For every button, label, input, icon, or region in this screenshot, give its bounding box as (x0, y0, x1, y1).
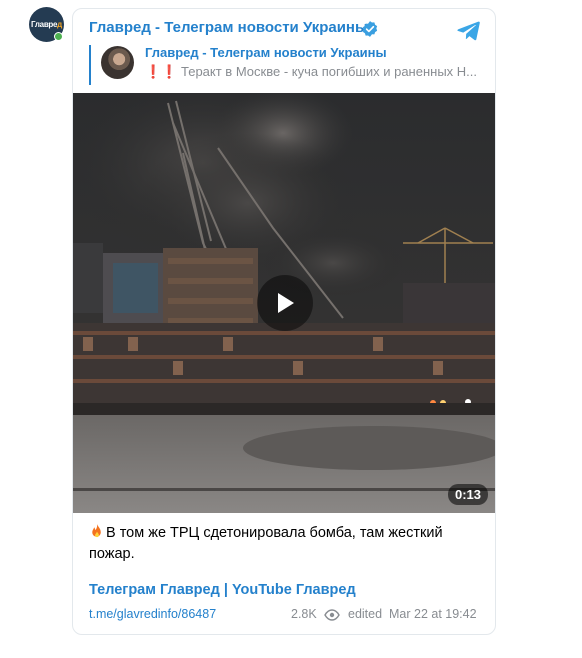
video-player[interactable]: 0:13 (73, 93, 495, 513)
reply-author: Главред - Телеграм новости Украины (145, 45, 387, 60)
telegram-icon[interactable] (456, 17, 482, 43)
play-button[interactable] (257, 275, 313, 331)
online-indicator (54, 32, 63, 41)
fire-icon (92, 523, 101, 538)
post-date[interactable]: Mar 22 at 19:42 (389, 607, 477, 621)
telegram-link[interactable]: Телеграм Главред (89, 582, 220, 598)
video-duration: 0:13 (447, 484, 488, 505)
play-icon (278, 293, 294, 313)
reply-preview[interactable]: Главред - Телеграм новости Украины ❗❗ Те… (89, 45, 481, 85)
eye-icon (324, 609, 340, 621)
channel-links: Телеграм Главред | YouTube Главред (89, 582, 356, 598)
reply-text: ❗❗ Теракт в Москве - куча погибших и ран… (145, 64, 478, 79)
edited-label: edited (348, 607, 383, 621)
youtube-link[interactable]: YouTube Главред (232, 582, 356, 598)
post-footer: t.me/glavredinfo/86487 2.8K edited Mar 2… (89, 607, 481, 625)
post-card: Главред - Телеграм новости Украины Главр… (72, 8, 496, 635)
avatar-logo: Главред (31, 20, 62, 29)
exclamation-icon: ❗❗ (145, 64, 178, 79)
links-separator: | (223, 582, 228, 598)
verified-icon (362, 21, 378, 37)
post-link[interactable]: t.me/glavredinfo/86487 (89, 607, 216, 621)
message-text: В том же ТРЦ сдетонировала бомба, там же… (89, 523, 443, 562)
channel-title-link[interactable]: Главред - Телеграм новости Украины (89, 19, 368, 36)
reply-thumbnail (101, 46, 134, 79)
view-count: 2.8K (291, 607, 317, 621)
